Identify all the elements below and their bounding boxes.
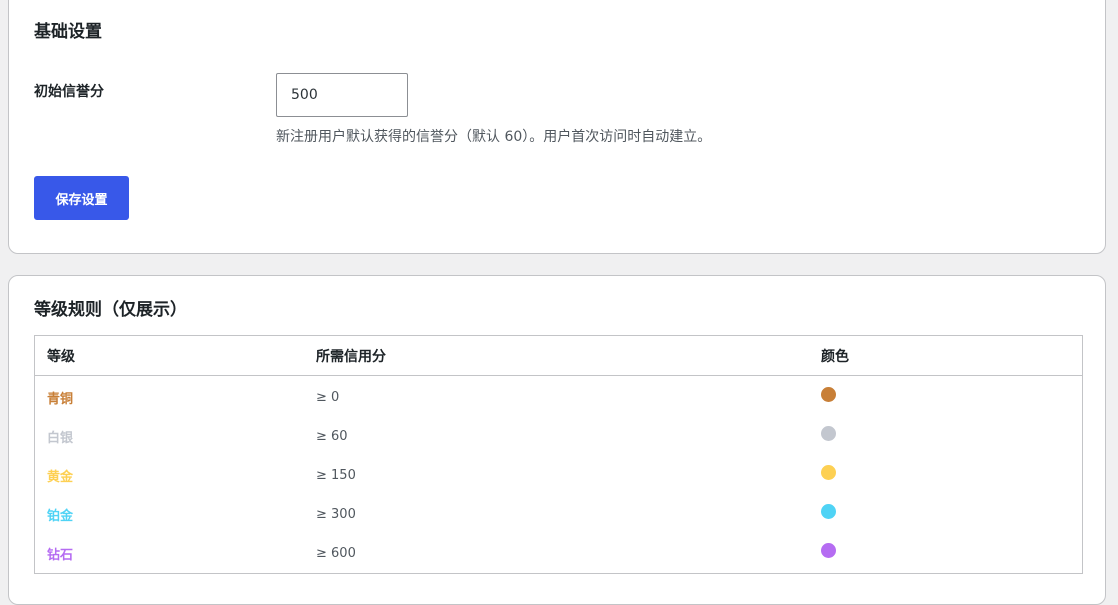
table-row: 铂金 ≥ 300 bbox=[35, 495, 1083, 534]
color-dot-platinum bbox=[821, 504, 836, 519]
level-name-platinum: 铂金 bbox=[47, 509, 74, 524]
table-row: 钻石 ≥ 600 bbox=[35, 534, 1083, 574]
table-row: 黄金 ≥ 150 bbox=[35, 456, 1083, 495]
color-dot-diamond bbox=[821, 543, 836, 558]
level-requirement: ≥ 0 bbox=[316, 390, 340, 405]
level-requirement: ≥ 300 bbox=[316, 507, 356, 522]
column-header-required-score: 所需信用分 bbox=[304, 335, 809, 376]
level-requirement: ≥ 600 bbox=[316, 546, 356, 561]
color-dot-bronze bbox=[821, 387, 836, 402]
table-row: 青铜 ≥ 0 bbox=[35, 376, 1083, 418]
table-row: 白银 ≥ 60 bbox=[35, 417, 1083, 456]
level-rules-table: 等级 所需信用分 颜色 青铜 ≥ 0 白银 ≥ 60 黄金 ≥ 150 铂金 ≥… bbox=[34, 335, 1083, 574]
initial-score-help-text: 新注册用户默认获得的信誉分（默认 60）。用户首次访问时自动建立。 bbox=[276, 129, 712, 145]
level-requirement: ≥ 60 bbox=[316, 429, 348, 444]
save-settings-button[interactable]: 保存设置 bbox=[34, 176, 129, 220]
initial-score-input[interactable] bbox=[276, 73, 408, 117]
initial-score-label: 初始信誉分 bbox=[34, 84, 104, 100]
color-dot-silver bbox=[821, 426, 836, 441]
level-requirement: ≥ 150 bbox=[316, 468, 356, 483]
column-header-level: 等级 bbox=[34, 335, 304, 376]
table-header-row: 等级 所需信用分 颜色 bbox=[34, 335, 1083, 376]
level-name-gold: 黄金 bbox=[47, 470, 74, 485]
column-header-color: 颜色 bbox=[809, 335, 1083, 376]
level-name-bronze: 青铜 bbox=[47, 392, 74, 407]
level-rules-title: 等级规则（仅展示） bbox=[34, 300, 187, 320]
color-dot-gold bbox=[821, 465, 836, 480]
level-rules-card: 等级规则（仅展示） 等级 所需信用分 颜色 青铜 ≥ 0 白银 ≥ 60 黄金 … bbox=[8, 275, 1106, 605]
level-name-diamond: 钻石 bbox=[47, 548, 74, 563]
basic-settings-title: 基础设置 bbox=[34, 22, 102, 42]
basic-settings-card: 基础设置 初始信誉分 新注册用户默认获得的信誉分（默认 60）。用户首次访问时自… bbox=[8, 0, 1106, 254]
level-name-silver: 白银 bbox=[47, 431, 74, 446]
